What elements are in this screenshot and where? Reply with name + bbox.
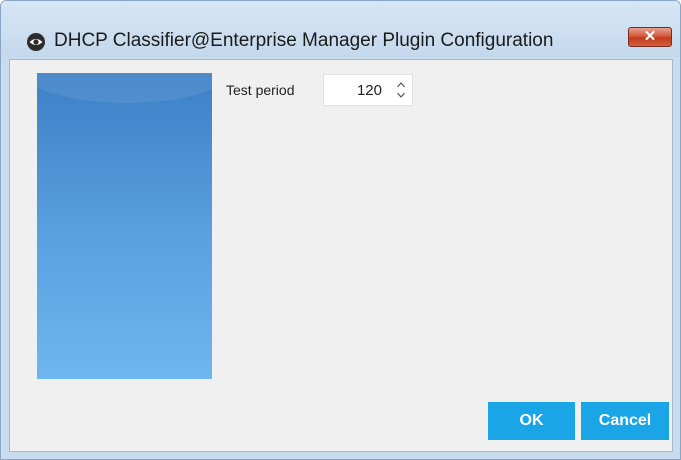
close-button[interactable]: ✕ [628,27,672,47]
dialog-content: Test period 120 OK Cancel [9,59,673,452]
banner-sheen [37,73,212,103]
test-period-spinner[interactable]: 120 [323,74,413,106]
close-icon: ✕ [643,28,657,45]
chevron-down-icon[interactable] [396,91,406,100]
eye-logo-icon [27,33,45,51]
ok-button[interactable]: OK [488,402,575,440]
window-title: DHCP Classifier@Enterprise Manager Plugi… [54,30,554,51]
cancel-button[interactable]: Cancel [581,402,669,440]
chevron-up-icon[interactable] [396,80,406,89]
title-bar[interactable]: DHCP Classifier@Enterprise Manager Plugi… [1,1,680,57]
test-period-value[interactable]: 120 [357,82,382,99]
spinner-arrows [396,80,406,100]
side-banner-image [37,73,212,379]
plugin-config-dialog: DHCP Classifier@Enterprise Manager Plugi… [0,0,681,460]
test-period-label: Test period [226,82,295,98]
